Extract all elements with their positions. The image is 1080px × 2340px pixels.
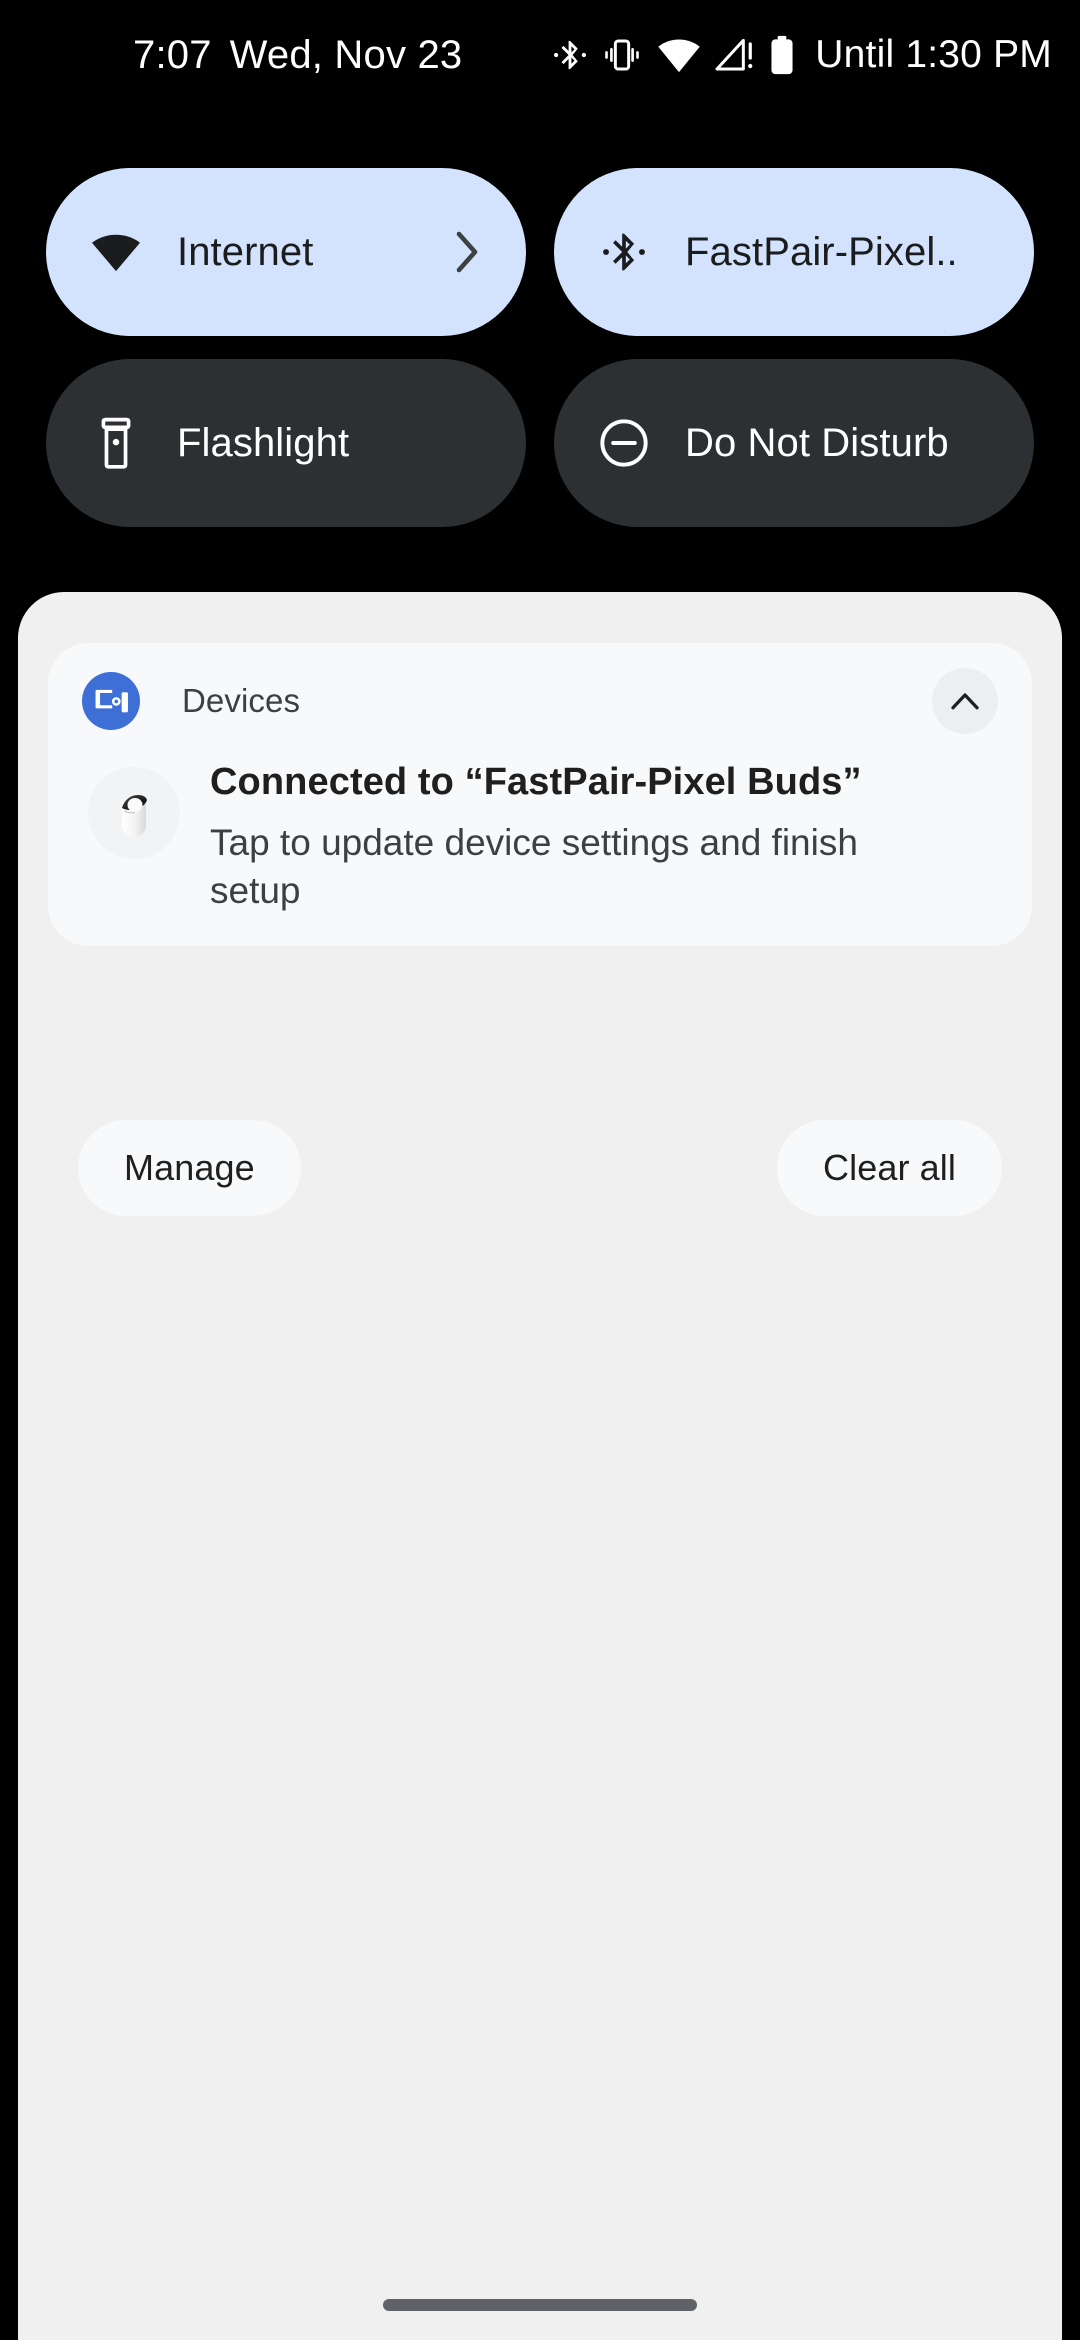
status-bar: 7:07 Wed, Nov 23 Until 1:30 PM: [0, 0, 1080, 110]
notification-title: Connected to “FastPair-Pixel Buds”: [210, 761, 862, 803]
do-not-disturb-icon: [598, 417, 650, 469]
qs-tile-label: Do Not Disturb: [685, 420, 949, 465]
shade-action-buttons: Manage Clear all: [78, 1120, 1002, 1216]
vibrate-icon: [601, 38, 643, 72]
wifi-icon: [657, 37, 701, 73]
home-indicator[interactable]: [383, 2299, 697, 2311]
status-bar-date: Wed, Nov 23: [229, 32, 463, 77]
battery-icon: [769, 35, 795, 75]
qs-tile-flashlight[interactable]: Flashlight: [46, 359, 526, 527]
notification-app-name: Devices: [182, 682, 301, 719]
qs-tile-internet[interactable]: Internet: [46, 168, 526, 336]
clear-all-button[interactable]: Clear all: [777, 1120, 1002, 1216]
manage-button[interactable]: Manage: [78, 1120, 301, 1216]
phone-screen: 7:07 Wed, Nov 23 Until 1:30 PM Internet …: [0, 0, 1080, 2340]
cellular-no-service-icon: [715, 37, 755, 73]
chevron-right-icon[interactable]: [454, 230, 480, 274]
wifi-icon: [90, 226, 142, 278]
qs-tile-bluetooth[interactable]: FastPair-Pixel..: [554, 168, 1034, 336]
devices-icon: [82, 672, 140, 730]
status-bar-left: 7:07 Wed, Nov 23: [133, 33, 462, 78]
quick-settings-row-2: Flashlight Do Not Disturb: [46, 359, 1034, 527]
notification-text-block: Connected to “FastPair-Pixel Buds” Tap t…: [210, 755, 870, 916]
qs-tile-label: Internet: [177, 229, 314, 274]
battery-estimate-label: Until 1:30 PM: [815, 33, 1052, 76]
chevron-up-icon[interactable]: [932, 668, 998, 734]
qs-tile-label: Flashlight: [177, 420, 350, 465]
notification-shade: Devices Connected to “FastPair-Pixel Bud…: [18, 592, 1062, 2340]
flashlight-icon: [90, 417, 142, 469]
status-bar-right: Until 1:30 PM: [553, 33, 1052, 77]
status-bar-clock: 7:07: [133, 32, 212, 77]
qs-tile-do-not-disturb[interactable]: Do Not Disturb: [554, 359, 1034, 527]
quick-settings-row-1: Internet FastPair-Pixel..: [46, 168, 1034, 336]
pixel-buds-image: [88, 767, 180, 859]
qs-tile-label: FastPair-Pixel..: [685, 229, 958, 274]
notification-subtitle: Tap to update device settings and finish…: [210, 821, 858, 912]
bluetooth-icon: [598, 226, 650, 278]
bluetooth-icon: [553, 35, 587, 75]
quick-settings-panel: Internet FastPair-Pixel.. Flashlight Do …: [0, 168, 1080, 550]
notification-header: Devices: [82, 668, 998, 734]
notification-card[interactable]: Devices Connected to “FastPair-Pixel Bud…: [48, 643, 1032, 947]
notification-body: Connected to “FastPair-Pixel Buds” Tap t…: [82, 755, 998, 916]
